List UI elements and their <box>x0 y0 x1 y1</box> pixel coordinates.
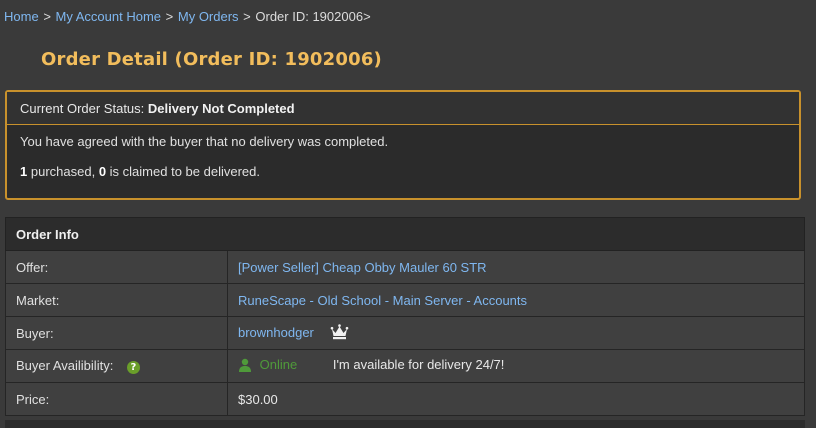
crown-icon <box>330 323 349 343</box>
user-online-icon <box>238 358 252 375</box>
order-status-value: Delivery Not Completed <box>147 101 295 116</box>
claimed-count: 0 <box>98 164 107 179</box>
breadcrumb-separator: > <box>43 9 51 24</box>
offer-link[interactable]: [Power Seller] Cheap Obby Mauler 60 STR <box>238 260 487 275</box>
table-bottom-strip <box>5 420 805 428</box>
buyer-link[interactable]: brownhodger <box>238 324 314 339</box>
breadcrumb-orders-link[interactable]: My Orders <box>178 9 239 24</box>
availability-label: Buyer Availibility: <box>16 358 114 374</box>
table-row: Market: RuneScape - Old School - Main Se… <box>5 283 805 317</box>
order-status-panel: Current Order Status: Delivery Not Compl… <box>5 90 801 200</box>
offer-label: Offer: <box>5 250 228 284</box>
table-row: Price: $30.00 <box>5 382 805 416</box>
market-cell: RuneScape - Old School - Main Server - A… <box>227 283 805 317</box>
breadcrumb-separator: > <box>165 9 174 24</box>
market-label: Market: <box>5 283 228 317</box>
buyer-cell: brownhodger <box>227 316 805 350</box>
availability-cell: Online I'm available for delivery 24/7! <box>227 349 805 383</box>
order-info-table: Order Info Offer: [Power Seller] Cheap O… <box>5 217 805 416</box>
table-row: Buyer Availibility: ? Online I'm availab… <box>5 349 805 383</box>
online-status: Online <box>259 357 298 373</box>
order-info-header: Order Info <box>5 217 805 251</box>
order-status-message: You have agreed with the buyer that no d… <box>20 134 389 149</box>
availability-label-cell: Buyer Availibility: ? <box>5 349 228 383</box>
claimed-text: is claimed to be delivered. <box>109 164 260 179</box>
page-title: Order Detail (Order ID: 1902006) <box>41 49 382 70</box>
offer-cell: [Power Seller] Cheap Obby Mauler 60 STR <box>227 250 805 284</box>
breadcrumb-home-link[interactable]: Home <box>4 9 39 24</box>
market-link[interactable]: RuneScape - Old School - Main Server - A… <box>238 293 527 308</box>
breadcrumb-current: Order ID: 1902006> <box>255 9 371 24</box>
table-row: Offer: [Power Seller] Cheap Obby Mauler … <box>5 250 805 284</box>
purchased-text: purchased, <box>30 164 96 179</box>
order-delivery-summary: 1 purchased, 0 is claimed to be delivere… <box>20 164 260 179</box>
price-label: Price: <box>5 382 228 416</box>
breadcrumb-separator: > <box>243 9 251 24</box>
order-status-label: Current Order Status: <box>20 101 145 116</box>
order-status-header: Current Order Status: Delivery Not Compl… <box>7 92 799 125</box>
purchased-count: 1 <box>20 164 28 179</box>
buyer-label: Buyer: <box>5 316 228 350</box>
table-row: Buyer: brownhodger <box>5 316 805 350</box>
price-value: $30.00 <box>227 382 805 416</box>
availability-note: I'm available for delivery 24/7! <box>332 357 505 373</box>
order-info-header-row: Order Info <box>5 217 805 251</box>
question-icon[interactable]: ? <box>126 360 140 374</box>
breadcrumb: Home > My Account Home > My Orders > Ord… <box>4 9 371 24</box>
breadcrumb-account-link[interactable]: My Account Home <box>56 9 162 24</box>
